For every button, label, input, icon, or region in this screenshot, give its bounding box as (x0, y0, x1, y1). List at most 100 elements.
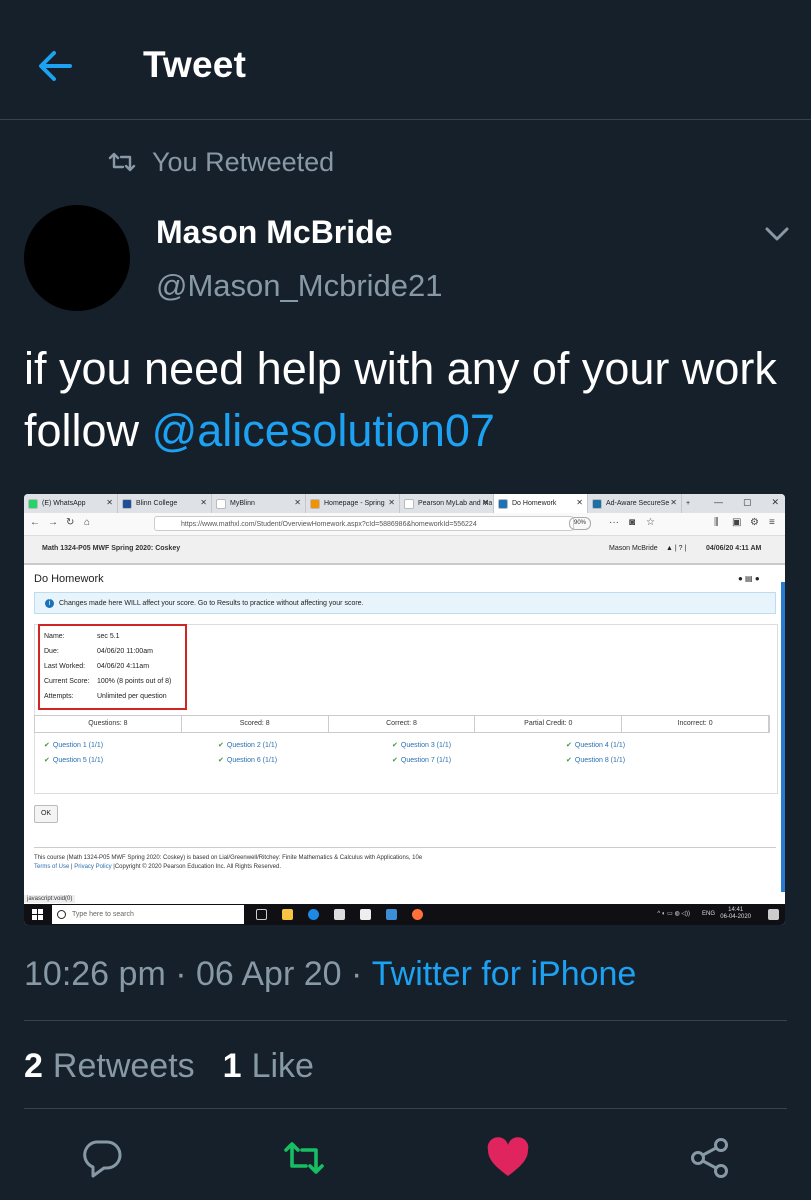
question-link[interactable]: ✔ Question 2 (1/1) (218, 741, 277, 749)
retweets-stat[interactable]: 2 Retweets (24, 1047, 195, 1086)
home-icon: ⌂ (84, 517, 91, 528)
bookmark-star-icon: ☆ (646, 517, 655, 528)
extension-icon: ⚙ (750, 517, 759, 528)
tray-date: 06-04-2020 (720, 914, 751, 920)
question-link[interactable]: ✔ Question 5 (1/1) (44, 756, 103, 764)
retweets-label: Retweets (52, 1047, 195, 1085)
retweet-context: You Retweeted (108, 146, 334, 178)
tab-close-icon: ✕ (482, 498, 489, 507)
tab-label: Pearson MyLab and Ma (418, 500, 493, 507)
score-cell: Incorrect: 0 (622, 716, 769, 732)
detail-value: 100% (8 points out of 8) (97, 678, 172, 685)
author-display-name[interactable]: Mason McBride (156, 214, 392, 251)
ok-button[interactable]: OK (34, 805, 58, 823)
info-banner-text: Changes made here WILL affect your score… (59, 600, 364, 607)
sidebar-icon: ▣ (732, 517, 742, 528)
user-lock-icon: ▲ | ? | (666, 545, 687, 552)
tab-label: Ad-Aware SecureSe (606, 500, 670, 507)
page-actions-icon: ··· (609, 517, 619, 528)
retweet-context-label: You Retweeted (152, 146, 335, 177)
mail-icon (334, 909, 345, 920)
privacy-link[interactable]: Privacy Policy (74, 864, 111, 870)
score-cell: Questions: 8 (35, 716, 182, 732)
score-cell: Partial Credit: 0 (475, 716, 623, 732)
tab-favicon-icon (122, 498, 132, 509)
tab-label: Homepage - Spring (324, 500, 385, 507)
page-tools-icons: ● ▤ ● (738, 574, 760, 583)
tweet-media-image[interactable]: (E) WhatsApp ✕ Blinn College ✕ MyBlinn ✕ Homep… (24, 494, 785, 925)
heart-icon[interactable] (486, 1136, 530, 1180)
question-link[interactable]: ✔ Question 1 (1/1) (44, 741, 103, 749)
tray-time: 14:41 (728, 907, 744, 913)
tray-icons: ^ ◐ ▭ ◍ ◁)) (657, 911, 690, 917)
question-link[interactable]: ✔ Question 7 (1/1) (392, 756, 451, 764)
tweet-text: if you need help with any of your work f… (24, 338, 794, 462)
forward-icon: → (48, 517, 58, 528)
detail-label: Attempts: (44, 693, 74, 700)
taskbar-search-placeholder: Type here to search (72, 911, 134, 918)
likes-count: 1 (222, 1047, 242, 1085)
tab-close-icon: ✕ (200, 498, 207, 507)
question-link[interactable]: ✔ Question 3 (1/1) (392, 741, 451, 749)
notification-icon (768, 909, 779, 920)
tab-favicon-icon (28, 498, 38, 509)
share-icon[interactable] (688, 1136, 732, 1180)
detail-label: Due: (44, 648, 59, 655)
retweet-action-icon[interactable] (282, 1136, 326, 1180)
reply-icon[interactable] (80, 1136, 124, 1180)
app-icon (386, 909, 397, 920)
checkmark-icon: ✔ (218, 757, 224, 764)
tweet-source-link[interactable]: Twitter for iPhone (372, 955, 637, 994)
page-title: Do Homework (34, 573, 104, 585)
question-label: Question 5 (1/1) (52, 757, 104, 764)
question-label: Question 2 (1/1) (226, 742, 278, 749)
detail-value: sec 5.1 (97, 633, 120, 640)
likes-label: Like (251, 1047, 314, 1085)
question-label: Question 6 (1/1) (226, 757, 278, 764)
divider (24, 1020, 787, 1021)
tab-label: (E) WhatsApp (42, 500, 86, 507)
browser-tab: (E) WhatsApp ✕ (24, 494, 118, 513)
score-summary: Questions: 8 Scored: 8 Correct: 8 Partial C… (34, 715, 770, 733)
user-name: Mason McBride (609, 545, 658, 552)
mention-link[interactable]: @alicesolution07 (152, 405, 495, 456)
scrollbar (781, 582, 785, 892)
tab-close-icon: ✕ (106, 498, 113, 507)
browser-tab: Ad-Aware SecureSe ✕ (588, 494, 682, 513)
file-explorer-icon (282, 909, 293, 920)
tab-label: Blinn College (136, 500, 178, 507)
library-icon: ⫼ (714, 517, 719, 528)
browser-tab: Homepage - Spring ✕ (306, 494, 400, 513)
checkmark-icon: ✔ (218, 742, 224, 749)
tab-favicon-icon (592, 498, 602, 509)
checkmark-icon: ✔ (392, 757, 398, 764)
tray-language: ENG (701, 911, 715, 917)
question-link[interactable]: ✔ Question 6 (1/1) (218, 756, 277, 764)
chevron-down-icon[interactable] (760, 220, 794, 248)
tab-label: MyBlinn (230, 500, 255, 507)
site-header: Math 1324-P05 MWF Spring 2020: Coskey Ma… (24, 536, 785, 565)
question-label: Question 1 (1/1) (52, 742, 104, 749)
likes-stat[interactable]: 1 Like (223, 1047, 314, 1086)
browser-tab: Blinn College ✕ (118, 494, 212, 513)
tweet-stats: 2 Retweets 1 Like (24, 1047, 314, 1086)
question-label: Question 8 (1/1) (574, 757, 626, 764)
header-datetime: 04/06/20 4:11 AM (706, 545, 762, 552)
browser-status-text: javascript:void(0) (24, 895, 76, 903)
detail-value: 04/06/20 11:00am (97, 648, 153, 655)
question-link[interactable]: ✔ Question 4 (1/1) (566, 741, 625, 749)
zoom-level: 90% (569, 517, 592, 530)
back-arrow-icon[interactable] (34, 44, 78, 88)
retweet-icon (108, 152, 136, 172)
tray-clock: 14:41 06-04-2020 (720, 907, 751, 921)
question-link[interactable]: ✔ Question 8 (1/1) (566, 756, 625, 764)
detail-label: Last Worked: (44, 663, 86, 670)
tweet-date: 06 Apr 20 (195, 955, 342, 993)
checkmark-icon: ✔ (566, 742, 572, 749)
footer-divider (34, 847, 776, 848)
avatar[interactable] (24, 205, 130, 311)
detail-value: Unlimited per question (97, 693, 167, 700)
checkmark-icon: ✔ (44, 757, 50, 764)
author-handle[interactable]: @Mason_Mcbride21 (156, 268, 443, 304)
terms-link[interactable]: Terms of Use (34, 864, 69, 870)
